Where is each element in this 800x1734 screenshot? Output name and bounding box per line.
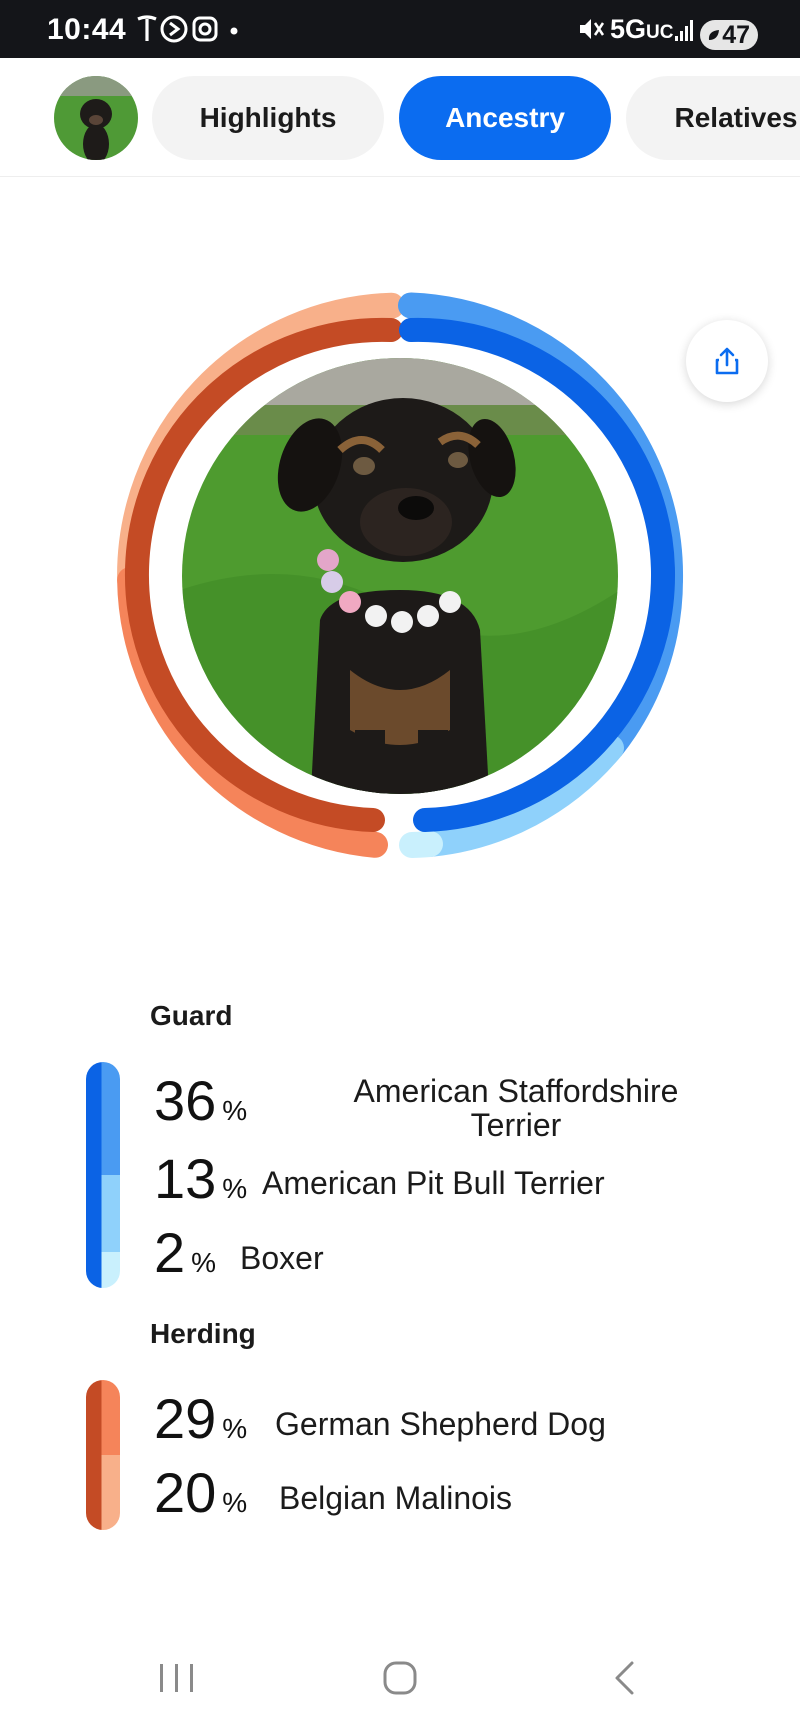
battery-saver-icon (708, 30, 719, 40)
dog-photo (182, 358, 618, 794)
bar-seg-pitbull (86, 1175, 120, 1252)
guard-color-bar (86, 1062, 120, 1288)
breed-name-amstaff: American Staffordshire Terrier (353, 1073, 679, 1143)
tab-highlights[interactable]: Highlights (152, 76, 384, 160)
tab-ancestry[interactable]: Ancestry (399, 76, 611, 160)
bar-seg-belgian-malinois (86, 1455, 120, 1530)
breed-name-boxer: Boxer (240, 1240, 324, 1276)
signal-icon (675, 20, 693, 41)
back-icon[interactable] (610, 1660, 640, 1696)
group-title-guard: Guard (150, 1000, 233, 1031)
recent-apps-icon[interactable] (158, 1660, 196, 1696)
mute-icon (580, 19, 605, 39)
instagram-icon (192, 16, 218, 42)
share-button[interactable] (686, 320, 768, 402)
tab-bar: Highlights Ancestry Relatives (0, 58, 800, 177)
status-time: 10:44 (47, 13, 127, 46)
status-bar: 10:44 5GUC 47 (0, 0, 800, 58)
breed-name-belgian-malinois: Belgian Malinois (279, 1480, 513, 1516)
bar-seg-german-shepherd (86, 1380, 120, 1455)
network-indicator: 5GUC (610, 14, 674, 44)
bar-seg-boxer (86, 1251, 120, 1288)
breed-percent-pitbull: 13% (154, 1147, 248, 1210)
breed-percent-boxer: 2% (154, 1221, 217, 1284)
home-icon[interactable] (382, 1660, 418, 1696)
shazam-icon (160, 15, 188, 43)
bar-seg-amstaff (86, 1062, 120, 1175)
battery-indicator: 47 (700, 20, 758, 50)
dot-icon (230, 27, 238, 35)
herding-color-bar (86, 1380, 120, 1530)
tesla-icon (137, 15, 157, 41)
tab-relatives[interactable]: Relatives (626, 76, 800, 160)
group-title-herding: Herding (150, 1318, 256, 1349)
breed-percent-german-shepherd: 29% (154, 1387, 248, 1450)
dog-avatar[interactable] (54, 76, 138, 160)
share-icon (715, 347, 739, 375)
breed-percent-belgian-malinois: 20% (154, 1461, 248, 1524)
ancestry-ring-chart (117, 292, 684, 858)
ring-guard-boxer-outer (399, 831, 443, 858)
breed-name-german-shepherd: German Shepherd Dog (275, 1406, 606, 1442)
breed-percent-amstaff: 36% (154, 1069, 248, 1132)
breed-name-pitbull: American Pit Bull Terrier (262, 1165, 605, 1201)
notification-icons (137, 15, 238, 43)
